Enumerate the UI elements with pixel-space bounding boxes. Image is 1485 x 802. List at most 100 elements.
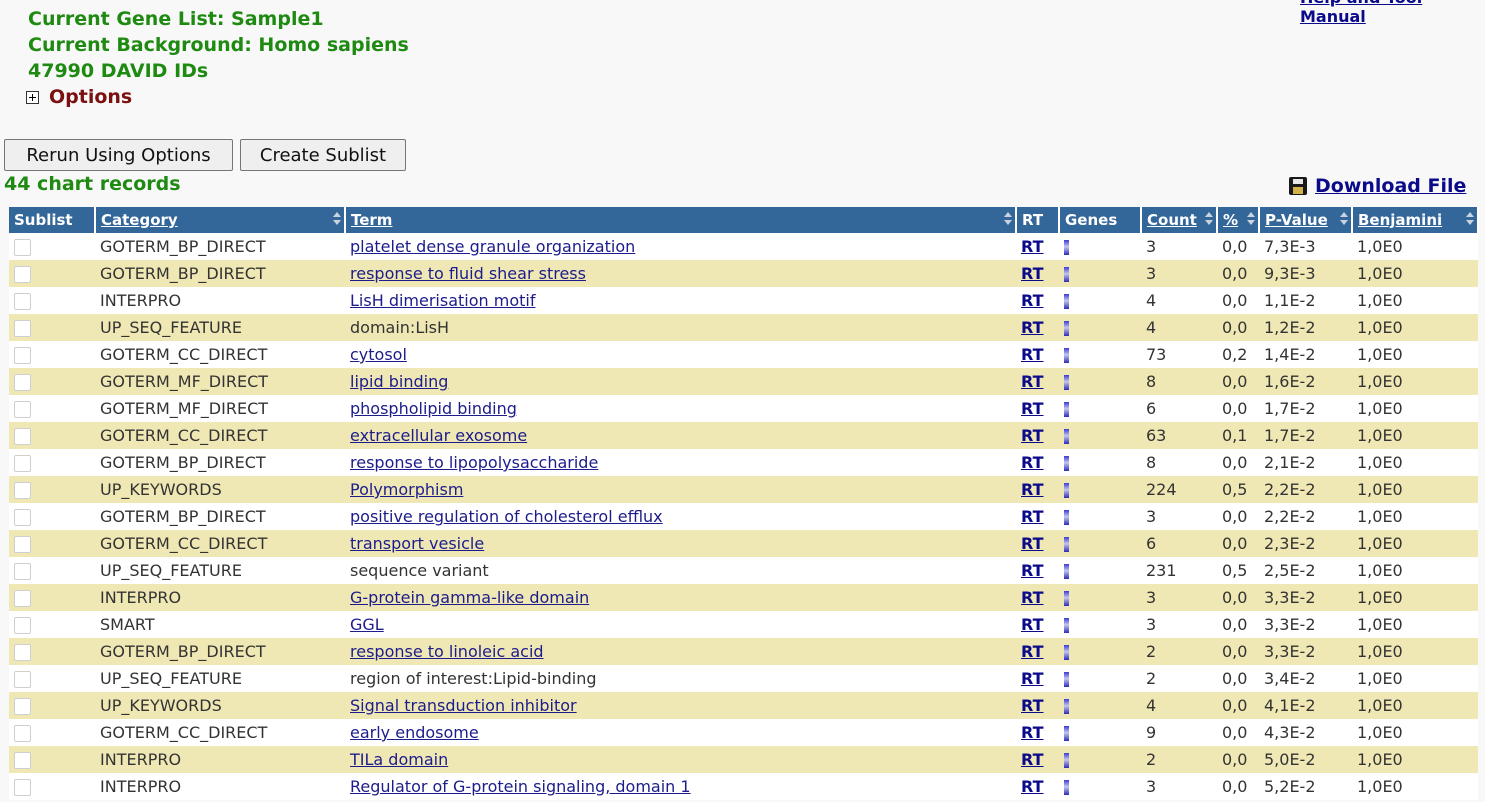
genes-bar-icon[interactable] <box>1064 402 1069 417</box>
col-header-label[interactable]: Category <box>101 211 178 229</box>
expand-plus-icon[interactable] <box>26 90 39 104</box>
term-link[interactable]: G-protein gamma-like domain <box>350 588 589 607</box>
sublist-checkbox[interactable] <box>14 320 31 337</box>
term-link[interactable]: Signal transduction inhibitor <box>350 696 577 715</box>
rt-link[interactable]: RT <box>1021 534 1044 553</box>
col-header-count[interactable]: Count <box>1141 207 1218 233</box>
genes-bar-icon[interactable] <box>1064 726 1069 741</box>
genes-bar-icon[interactable] <box>1064 564 1069 579</box>
genes-bar-icon[interactable] <box>1064 645 1069 660</box>
help-link[interactable]: Help and Tool Manual <box>1300 0 1485 26</box>
col-header-label[interactable]: Term <box>351 211 392 229</box>
genes-bar-icon[interactable] <box>1064 267 1069 282</box>
term-link[interactable]: response to fluid shear stress <box>350 264 586 283</box>
download-file-label[interactable]: Download File <box>1315 175 1466 197</box>
term-link[interactable]: Regulator of G-protein signaling, domain… <box>350 777 691 796</box>
term-link[interactable]: LisH dimerisation motif <box>350 291 535 310</box>
genes-bar-icon[interactable] <box>1064 618 1069 633</box>
options-toggle[interactable]: Options <box>26 86 132 108</box>
sublist-checkbox[interactable] <box>14 293 31 310</box>
col-header-pvalue[interactable]: P-Value <box>1259 207 1353 233</box>
col-header-label[interactable]: % <box>1223 211 1238 229</box>
sublist-checkbox[interactable] <box>14 428 31 445</box>
term-link[interactable]: transport vesicle <box>350 534 484 553</box>
genes-bar-icon[interactable] <box>1064 456 1069 471</box>
rt-link[interactable]: RT <box>1021 669 1044 688</box>
download-file-link[interactable]: Download File <box>1289 175 1466 197</box>
col-header-category[interactable]: Category <box>95 207 346 233</box>
rt-link[interactable]: RT <box>1021 345 1044 364</box>
col-header-term[interactable]: Term <box>345 207 1017 233</box>
term-link[interactable]: phospholipid binding <box>350 399 517 418</box>
term-link[interactable]: cytosol <box>350 345 407 364</box>
rt-link[interactable]: RT <box>1021 453 1044 472</box>
sublist-checkbox[interactable] <box>14 752 31 769</box>
genes-bar-icon[interactable] <box>1064 537 1069 552</box>
term-link[interactable]: Polymorphism <box>350 480 463 499</box>
genes-bar-icon[interactable] <box>1064 321 1069 336</box>
col-header-label[interactable]: Benjamini <box>1358 211 1442 229</box>
rt-link[interactable]: RT <box>1021 588 1044 607</box>
genes-bar-icon[interactable] <box>1064 510 1069 525</box>
term-link[interactable]: TILa domain <box>350 750 448 769</box>
sublist-checkbox[interactable] <box>14 239 31 256</box>
sublist-checkbox[interactable] <box>14 590 31 607</box>
sublist-checkbox[interactable] <box>14 725 31 742</box>
sublist-checkbox[interactable] <box>14 347 31 364</box>
sublist-checkbox[interactable] <box>14 455 31 472</box>
sublist-checkbox[interactable] <box>14 401 31 418</box>
sublist-checkbox[interactable] <box>14 644 31 661</box>
genes-bar-icon[interactable] <box>1064 672 1069 687</box>
rt-link[interactable]: RT <box>1021 777 1044 796</box>
genes-bar-icon[interactable] <box>1064 348 1069 363</box>
genes-bar-icon[interactable] <box>1064 753 1069 768</box>
sublist-checkbox[interactable] <box>14 266 31 283</box>
sublist-checkbox[interactable] <box>14 536 31 553</box>
genes-bar-icon[interactable] <box>1064 294 1069 309</box>
term-link[interactable]: positive regulation of cholesterol efflu… <box>350 507 663 526</box>
rt-link[interactable]: RT <box>1021 642 1044 661</box>
rt-link[interactable]: RT <box>1021 723 1044 742</box>
col-header-percent[interactable]: % <box>1217 207 1260 233</box>
genes-bar-icon[interactable] <box>1064 375 1069 390</box>
rt-link[interactable]: RT <box>1021 318 1044 337</box>
rt-link[interactable]: RT <box>1021 264 1044 283</box>
rt-link[interactable]: RT <box>1021 507 1044 526</box>
sublist-checkbox[interactable] <box>14 779 31 796</box>
col-header-benjamini[interactable]: Benjamini <box>1352 207 1479 233</box>
sublist-checkbox[interactable] <box>14 563 31 580</box>
rt-link[interactable]: RT <box>1021 237 1044 256</box>
rt-link[interactable]: RT <box>1021 399 1044 418</box>
rerun-using-options-button[interactable]: Rerun Using Options <box>4 139 233 171</box>
term-link[interactable]: lipid binding <box>350 372 448 391</box>
rt-link[interactable]: RT <box>1021 696 1044 715</box>
rt-link[interactable]: RT <box>1021 426 1044 445</box>
col-header-label[interactable]: Count <box>1147 211 1197 229</box>
sublist-checkbox[interactable] <box>14 374 31 391</box>
sublist-checkbox[interactable] <box>14 698 31 715</box>
genes-bar-icon[interactable] <box>1064 699 1069 714</box>
sublist-checkbox[interactable] <box>14 509 31 526</box>
rt-link[interactable]: RT <box>1021 750 1044 769</box>
term-link[interactable]: response to lipopolysaccharide <box>350 453 598 472</box>
term-link[interactable]: platelet dense granule organization <box>350 237 635 256</box>
col-header-label[interactable]: P-Value <box>1265 211 1328 229</box>
rt-link[interactable]: RT <box>1021 291 1044 310</box>
genes-bar-icon[interactable] <box>1064 780 1069 795</box>
term-link[interactable]: extracellular exosome <box>350 426 527 445</box>
genes-bar-icon[interactable] <box>1064 240 1069 255</box>
term-link[interactable]: early endosome <box>350 723 479 742</box>
rt-link[interactable]: RT <box>1021 480 1044 499</box>
rt-link[interactable]: RT <box>1021 372 1044 391</box>
rt-link[interactable]: RT <box>1021 561 1044 580</box>
genes-bar-icon[interactable] <box>1064 429 1069 444</box>
sublist-checkbox[interactable] <box>14 617 31 634</box>
term-link[interactable]: response to linoleic acid <box>350 642 544 661</box>
rt-link[interactable]: RT <box>1021 615 1044 634</box>
sublist-checkbox[interactable] <box>14 482 31 499</box>
genes-bar-icon[interactable] <box>1064 591 1069 606</box>
create-sublist-button[interactable]: Create Sublist <box>240 139 406 171</box>
genes-bar-icon[interactable] <box>1064 483 1069 498</box>
term-link[interactable]: GGL <box>350 615 384 634</box>
sublist-checkbox[interactable] <box>14 671 31 688</box>
